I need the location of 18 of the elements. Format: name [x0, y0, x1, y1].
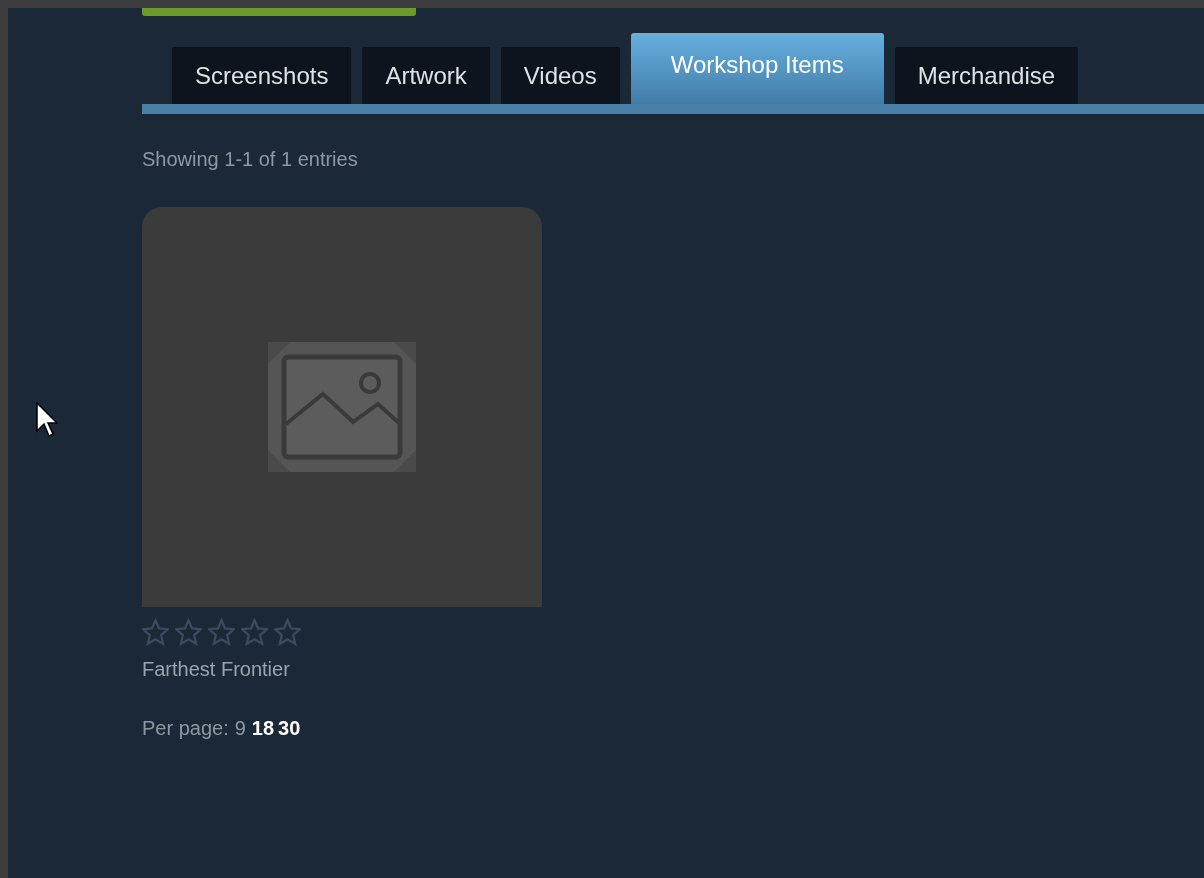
- per-page-label: Per page:: [142, 717, 229, 740]
- empty-star-icon: [208, 618, 235, 646]
- page-size-option[interactable]: 18: [251, 717, 275, 740]
- cursor-icon: [36, 402, 58, 438]
- empty-star-icon: [142, 618, 169, 646]
- tab[interactable]: Screenshots: [172, 47, 352, 104]
- empty-star-icon: [274, 618, 301, 646]
- empty-star-icon: [241, 618, 268, 646]
- tab[interactable]: Merchandise: [894, 47, 1079, 104]
- empty-star-icon: [175, 618, 202, 646]
- tab[interactable]: Artwork: [362, 47, 490, 104]
- page-size-option[interactable]: 30: [278, 717, 301, 740]
- page-size-option[interactable]: 9: [234, 717, 246, 740]
- image-placeholder-icon: [268, 342, 416, 472]
- results-count: Showing 1-1 of 1 entries: [142, 148, 358, 170]
- tab[interactable]: Videos: [500, 47, 620, 104]
- thumbnail-placeholder[interactable]: [142, 207, 542, 607]
- item-title[interactable]: Farthest Frontier: [142, 658, 290, 681]
